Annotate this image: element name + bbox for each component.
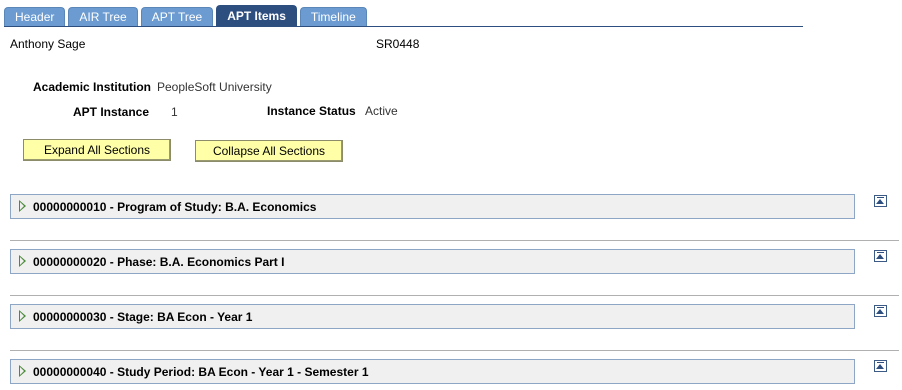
tab-underline [4, 26, 803, 27]
right-triangle-icon[interactable] [19, 365, 26, 377]
top-of-page-icon[interactable] [874, 195, 887, 207]
section-program-of-study[interactable]: 00000000010 - Program of Study: B.A. Eco… [10, 194, 855, 219]
section-stage[interactable]: 00000000030 - Stage: BA Econ - Year 1 [10, 304, 855, 329]
tab-bar: Header AIR Tree APT Tree APT Items Timel… [4, 5, 370, 26]
top-of-page-icon[interactable] [874, 305, 887, 317]
section-divider [10, 240, 899, 241]
tab-header[interactable]: Header [4, 7, 66, 26]
tab-apt-items[interactable]: APT Items [216, 5, 297, 26]
institution-value: PeopleSoft University [157, 80, 272, 94]
section-title: 00000000020 - Phase: B.A. Economics Part… [33, 255, 285, 269]
section-title: 00000000010 - Program of Study: B.A. Eco… [33, 200, 317, 214]
section-study-period[interactable]: 00000000040 - Study Period: BA Econ - Ye… [10, 359, 855, 384]
apt-instance-value: 1 [171, 105, 178, 119]
expand-all-sections-button[interactable]: Expand All Sections [23, 139, 171, 161]
institution-label: Academic Institution [33, 80, 152, 94]
right-triangle-icon[interactable] [19, 255, 26, 267]
section-title: 00000000030 - Stage: BA Econ - Year 1 [33, 310, 253, 324]
right-triangle-icon[interactable] [19, 200, 26, 212]
instance-status-value: Active [365, 104, 398, 118]
right-triangle-icon[interactable] [19, 310, 26, 322]
section-divider [10, 295, 899, 296]
section-phase[interactable]: 00000000020 - Phase: B.A. Economics Part… [10, 249, 855, 274]
tab-air-tree[interactable]: AIR Tree [68, 7, 138, 26]
section-divider [10, 350, 899, 351]
section-title: 00000000040 - Study Period: BA Econ - Ye… [33, 365, 369, 379]
collapse-all-sections-button[interactable]: Collapse All Sections [195, 140, 343, 162]
top-of-page-icon[interactable] [874, 250, 887, 262]
top-of-page-icon[interactable] [874, 360, 887, 372]
tab-apt-tree[interactable]: APT Tree [140, 7, 214, 26]
student-id: SR0448 [376, 37, 420, 51]
student-name: Anthony Sage [10, 37, 86, 51]
tab-timeline[interactable]: Timeline [299, 7, 367, 26]
instance-status-label: Instance Status [267, 104, 356, 118]
apt-instance-label: APT Instance [73, 105, 150, 119]
